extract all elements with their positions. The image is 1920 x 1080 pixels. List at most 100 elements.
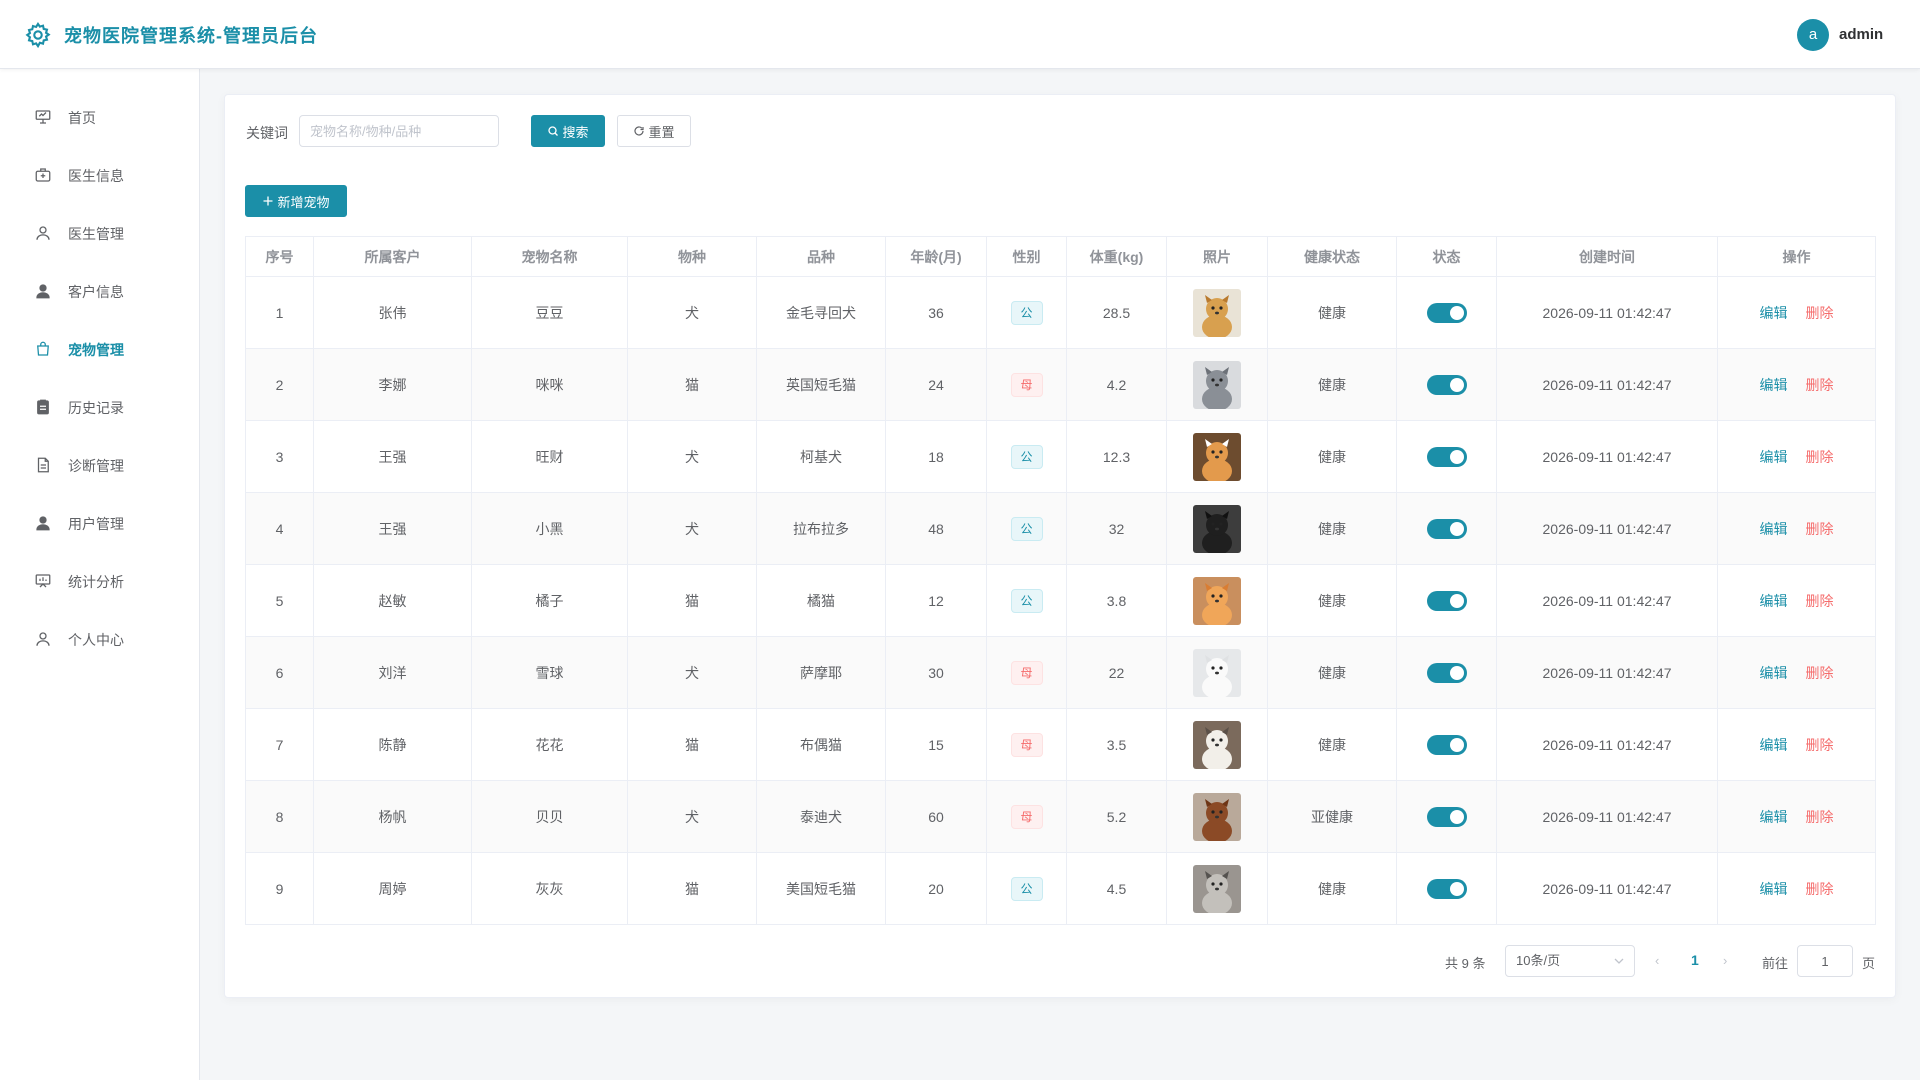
status-toggle[interactable]: [1426, 446, 1467, 467]
status-toggle[interactable]: [1426, 374, 1467, 395]
cell-status: [1396, 852, 1497, 925]
cell-index: 3: [245, 420, 314, 493]
cell-weight: 22: [1066, 636, 1167, 709]
edit-button[interactable]: 编辑: [1760, 521, 1788, 537]
edit-button[interactable]: 编辑: [1760, 809, 1788, 825]
cell-weight: 5.2: [1066, 780, 1167, 853]
edit-button[interactable]: 编辑: [1760, 377, 1788, 393]
cell-species: 猫: [627, 852, 757, 925]
delete-button[interactable]: 删除: [1806, 377, 1834, 393]
delete-button[interactable]: 删除: [1806, 593, 1834, 609]
edit-button[interactable]: 编辑: [1760, 665, 1788, 681]
gender-tag: 公: [1010, 876, 1043, 901]
column-header: 所属客户: [313, 236, 472, 277]
user-outline-icon: [36, 226, 50, 240]
goto-page-input[interactable]: [1797, 945, 1853, 977]
refresh-icon: [634, 126, 645, 136]
cell-breed: 拉布拉多: [756, 492, 886, 565]
cell-actions: 编辑 删除: [1717, 636, 1876, 709]
page-number-current[interactable]: 1: [1691, 952, 1699, 968]
cell-index: 2: [245, 348, 314, 421]
edit-button[interactable]: 编辑: [1760, 881, 1788, 897]
column-header: 品种: [756, 236, 886, 277]
delete-button[interactable]: 删除: [1806, 665, 1834, 681]
status-toggle[interactable]: [1426, 878, 1467, 899]
sidebar-item-label: 个人中心: [68, 632, 124, 648]
cell-photo: [1166, 420, 1268, 493]
cell-age: 20: [885, 852, 987, 925]
british-shorthair-photo: [1193, 360, 1241, 409]
search-button-label: 搜索: [562, 124, 589, 140]
prev-page-button[interactable]: ‹: [1655, 953, 1659, 968]
sidebar-item-6[interactable]: 历史记录: [0, 386, 199, 426]
cell-index: 4: [245, 492, 314, 565]
cell-species: 猫: [627, 564, 757, 637]
table-row: 5 赵敏 橘子猫橘猫 12 公 3.8 健康 2026-09-11 01:42:47 编辑 删除: [245, 564, 1876, 637]
cell-photo: [1166, 564, 1268, 637]
delete-button[interactable]: 删除: [1806, 305, 1834, 321]
sidebar-item-3[interactable]: 医生管理: [0, 212, 199, 252]
cell-species: 犬: [627, 420, 757, 493]
avatar[interactable]: a: [1797, 19, 1829, 51]
edit-button[interactable]: 编辑: [1760, 737, 1788, 753]
edit-button[interactable]: 编辑: [1760, 449, 1788, 465]
cell-status: [1396, 420, 1497, 493]
cell-weight: 12.3: [1066, 420, 1167, 493]
cell-status: [1396, 708, 1497, 781]
shopping-bag-icon: [37, 341, 49, 356]
status-toggle[interactable]: [1426, 662, 1467, 683]
page-size-select[interactable]: 10条/页: [1505, 945, 1635, 977]
cell-index: 9: [245, 852, 314, 925]
status-toggle[interactable]: [1426, 518, 1467, 539]
gender-tag: 公: [1010, 300, 1043, 325]
cell-pet-name: 花花: [471, 708, 628, 781]
pagination-total: 共 9 条: [1445, 956, 1486, 971]
search-input[interactable]: [299, 115, 499, 147]
search-button[interactable]: 搜索: [531, 115, 605, 147]
cell-photo: [1166, 276, 1268, 349]
sidebar-item-7[interactable]: 诊断管理: [0, 444, 199, 484]
add-pet-button[interactable]: 新增宠物: [245, 185, 347, 217]
status-toggle[interactable]: [1426, 734, 1467, 755]
status-toggle[interactable]: [1426, 302, 1467, 323]
next-page-button[interactable]: ›: [1723, 953, 1727, 968]
sidebar-item-1[interactable]: 首页: [0, 96, 199, 136]
status-toggle[interactable]: [1426, 590, 1467, 611]
gender-tag: 母: [1010, 372, 1043, 397]
column-header: 健康状态: [1267, 236, 1397, 277]
cell-gender: 母: [986, 636, 1067, 709]
status-toggle[interactable]: [1426, 806, 1467, 827]
delete-button[interactable]: 删除: [1806, 881, 1834, 897]
delete-button[interactable]: 删除: [1806, 809, 1834, 825]
cell-index: 7: [245, 708, 314, 781]
sidebar-item-9[interactable]: 统计分析: [0, 560, 199, 600]
sidebar-item-10[interactable]: 个人中心: [0, 618, 199, 658]
chart-board-icon: [35, 574, 51, 588]
sidebar-item-label: 诊断管理: [68, 458, 124, 474]
reset-button-label: 重置: [648, 124, 675, 140]
sidebar-item-8[interactable]: 用户管理: [0, 502, 199, 542]
cell-health: 亚健康: [1267, 780, 1397, 853]
edit-button[interactable]: 编辑: [1760, 593, 1788, 609]
cell-photo: [1166, 780, 1268, 853]
sidebar-item-label: 医生信息: [68, 168, 124, 184]
cell-age: 15: [885, 708, 987, 781]
cell-status: [1396, 348, 1497, 421]
delete-button[interactable]: 删除: [1806, 449, 1834, 465]
user-outline-icon: [36, 632, 50, 646]
sidebar-item-4[interactable]: 客户信息: [0, 270, 199, 310]
delete-button[interactable]: 删除: [1806, 521, 1834, 537]
cell-gender: 母: [986, 348, 1067, 421]
cell-owner: 周婷: [313, 852, 472, 925]
cell-owner: 刘洋: [313, 636, 472, 709]
username[interactable]: admin: [1839, 26, 1883, 43]
reset-button[interactable]: 重置: [617, 115, 691, 147]
edit-button[interactable]: 编辑: [1760, 305, 1788, 321]
sidebar-item-label: 统计分析: [68, 574, 124, 590]
gender-tag: 母: [1010, 660, 1043, 685]
keyword-label: 关键词: [246, 125, 288, 141]
table-row: 1 张伟 豆豆犬金毛寻回犬 36 公 28.5 健康 2026-09-11 01:42:47 编…: [245, 276, 1876, 349]
sidebar-item-2[interactable]: 医生信息: [0, 154, 199, 194]
sidebar-item-5[interactable]: 宠物管理: [0, 328, 199, 368]
delete-button[interactable]: 删除: [1806, 737, 1834, 753]
